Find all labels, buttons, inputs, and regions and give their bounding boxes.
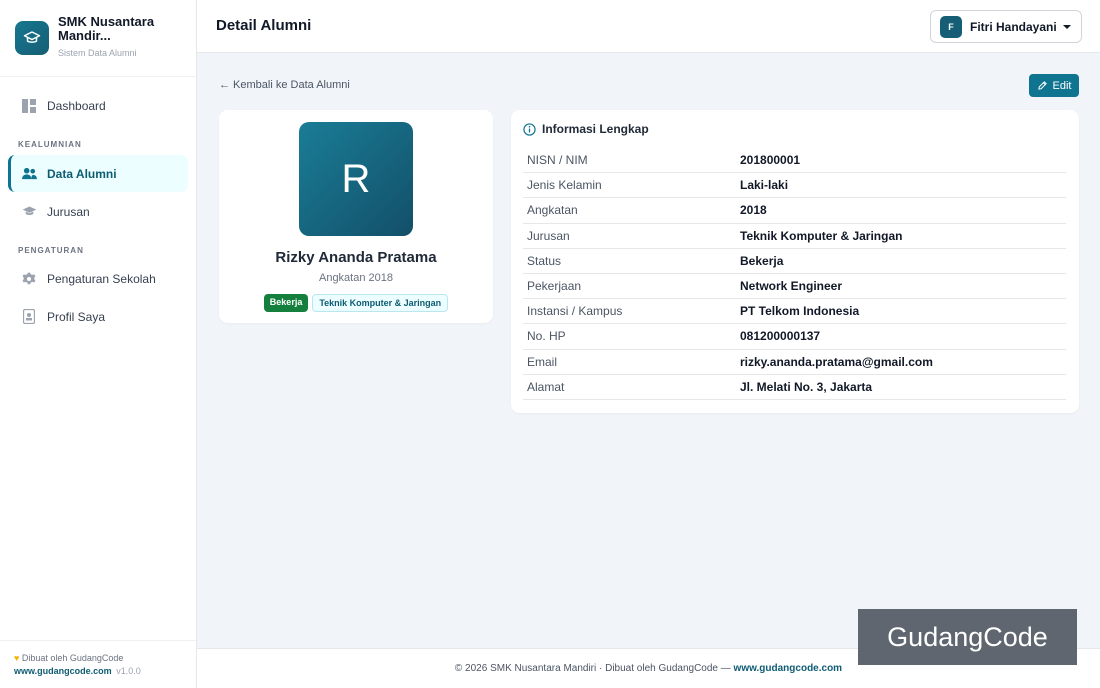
info-row: Instansi / Kampus PT Telkom Indonesia [523,299,1066,325]
top-header: Detail Alumni F Fitri Handayani [197,0,1100,53]
gudangcode-link[interactable]: www.gudangcode.com [14,666,112,676]
user-menu-button[interactable]: F Fitri Handayani [930,10,1082,43]
info-row: Angkatan 2018 [523,198,1066,224]
info-label: Instansi / Kampus [527,304,623,319]
sidebar-item-dashboard[interactable]: Dashboard [8,87,188,124]
sidebar-item-data-alumni[interactable]: Data Alumni [8,155,188,192]
sidebar-item-label: Data Alumni [47,166,117,181]
sidebar: SMK Nusantara Mandir... Sistem Data Alum… [0,0,197,688]
id-badge-icon [21,309,37,325]
sidebar-item-jurusan[interactable]: Jurusan [8,193,188,230]
info-value: 2018 [740,203,767,218]
sidebar-item-pengaturan-sekolah[interactable]: Pengaturan Sekolah [8,260,188,297]
info-value: PT Telkom Indonesia [740,304,860,319]
pencil-icon [1037,81,1047,90]
sidebar-item-label: Pengaturan Sekolah [47,271,156,286]
sidebar-item-label: Profil Saya [47,309,106,324]
edit-button[interactable]: Edit [1029,74,1079,97]
info-value: Jl. Melati No. 3, Jakarta [740,379,873,394]
info-table: NISN / NIM 201800001 Jenis Kelamin Laki-la… [523,148,1066,400]
info-icon [523,122,536,136]
heart-icon: ♥ [14,653,20,663]
info-row: Pekerjaan Network Engineer [523,274,1066,300]
info-label: Jenis Kelamin [527,178,602,193]
info-label: Pekerjaan [527,279,582,294]
user-name: Fitri Handayani [970,19,1057,34]
info-value: 201800001 [740,153,801,168]
page-title: Detail Alumni [216,17,312,34]
info-label: Status [527,253,562,268]
info-label: No. HP [527,329,566,344]
info-label: Angkatan [527,203,578,218]
profile-name: Rizky Ananda Pratama [275,249,437,266]
users-icon [21,166,37,182]
profile-avatar: R [299,122,413,236]
info-value: Network Engineer [740,279,843,294]
info-label: NISN / NIM [527,153,588,168]
sidebar-footer: ♥ Dibuat oleh GudangCode www.gudangcode.… [0,640,196,688]
info-row: Status Bekerja [523,249,1066,274]
info-card: Informasi Lengkap NISN / NIM 201800001 Je… [511,110,1079,413]
back-link[interactable]: ← Kembali ke Data Alumni [219,79,350,91]
gear-icon [21,271,37,287]
watermark: GudangCode [858,609,1077,665]
info-row: Jurusan Teknik Komputer & Jaringan [523,224,1066,249]
dashboard-icon [21,98,37,114]
sidebar-footer-link: www.gudangcode.com v1.0.0 [14,666,141,676]
brand: SMK Nusantara Mandir... Sistem Data Alum… [0,0,196,77]
status-badge: Bekerja [263,294,309,312]
info-label: Alamat [527,379,565,394]
sidebar-item-label: Jurusan [47,204,90,219]
version-label: v1.0.0 [116,666,141,676]
info-row: Jenis Kelamin Laki-laki [523,173,1066,199]
info-row: Email rizky.ananda.pratama@gmail.com [523,350,1066,375]
footer-link[interactable]: www.gudangcode.com [734,663,843,674]
info-row: Alamat Jl. Melati No. 3, Jakarta [523,375,1066,400]
info-label: Jurusan [527,228,570,243]
footer-text: © 2026 SMK Nusantara Mandiri · Dibuat ol… [454,663,734,674]
profile-card: R Rizky Ananda Pratama Angkatan 2018 Bek… [219,110,493,323]
profile-badges: Bekerja Teknik Komputer & Jaringan [219,294,493,312]
made-by-text: ♥ Dibuat oleh GudangCode [14,653,124,663]
sidebar-item-profil-saya[interactable]: Profil Saya [8,298,188,335]
graduation-cap-icon [21,204,37,220]
info-row: NISN / NIM 201800001 [523,148,1066,174]
chevron-down-icon [1063,25,1071,29]
info-value: Bekerja [740,253,784,268]
info-row: No. HP 081200000137 [523,324,1066,350]
sidebar-item-label: Dashboard [47,98,106,113]
info-value: Teknik Komputer & Jaringan [740,228,903,243]
info-card-title: Informasi Lengkap [523,122,649,136]
profile-angkatan: Angkatan 2018 [318,272,393,284]
major-badge: Teknik Komputer & Jaringan [312,294,449,312]
edit-label: Edit [1052,79,1072,92]
info-value: Laki-laki [740,178,789,193]
brand-name: SMK Nusantara Mandir... [58,14,155,43]
avatar: F [940,15,962,38]
info-value: rizky.ananda.pratama@gmail.com [740,354,933,369]
section-label-kealumnian: KEALUMNIAN [18,140,82,149]
graduation-cap-icon [15,21,49,55]
info-value: 081200000137 [740,329,821,344]
section-label-pengaturan: PENGATURAN [18,246,84,255]
brand-subtitle: Sistem Data Alumni [58,48,137,58]
info-label: Email [527,354,558,369]
